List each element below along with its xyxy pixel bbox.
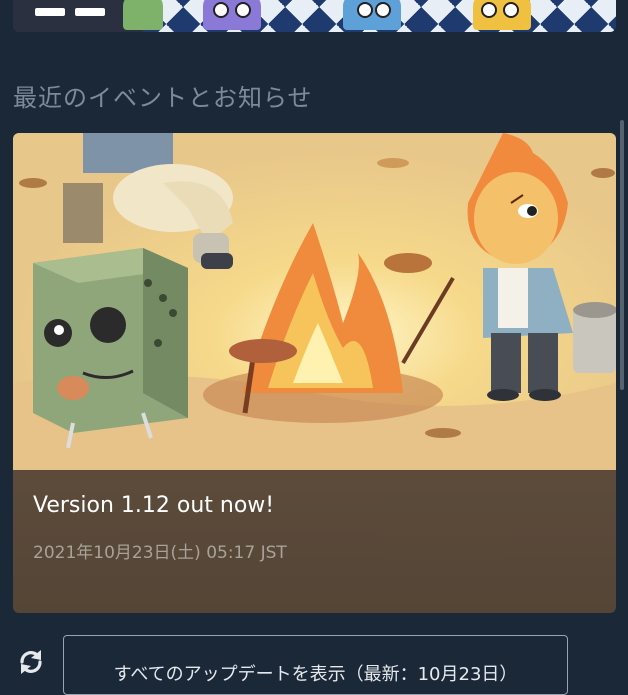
section-title: 最近のイベントとお知らせ	[13, 84, 313, 112]
event-art-image	[13, 133, 616, 470]
event-card[interactable]: Version 1.12 out now! 2021年10月23日(土) 05:…	[13, 133, 616, 613]
event-date: 2021年10月23日(土) 05:17 JST	[33, 543, 287, 563]
all-updates-button[interactable]: すべてのアップデートを表示（最新：10月23日）	[63, 635, 568, 695]
banner-character-green	[123, 0, 163, 30]
banner-character-purple	[203, 0, 261, 30]
scrollbar[interactable]	[620, 120, 624, 390]
top-banner-image[interactable]	[13, 0, 616, 32]
refresh-icon[interactable]	[15, 646, 47, 678]
banner-character-yellow	[473, 0, 531, 30]
banner-character-blue	[343, 0, 401, 30]
event-title[interactable]: Version 1.12 out now!	[33, 493, 274, 518]
